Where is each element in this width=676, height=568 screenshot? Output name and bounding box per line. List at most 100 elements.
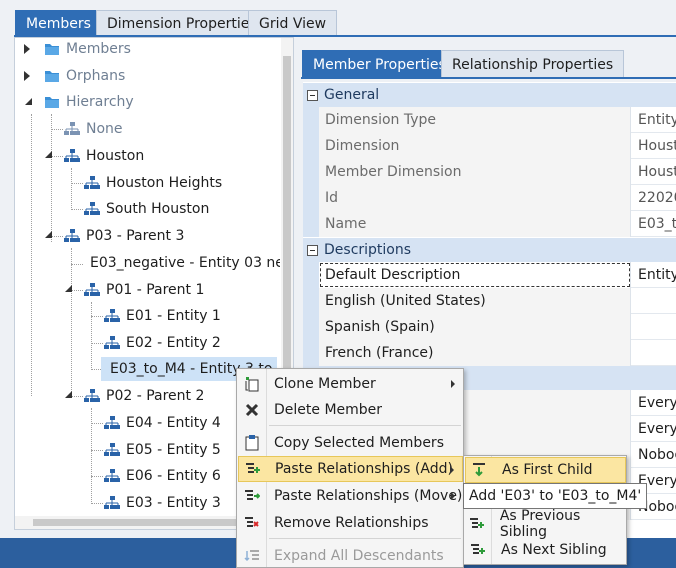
menu-item-delete-member[interactable]: Delete Member — [238, 397, 463, 423]
tree-node-e03-negative[interactable]: E03_negative - Entity 03 neg — [84, 251, 280, 275]
property-row[interactable]: French (France) — [303, 340, 676, 366]
property-value[interactable]: E03_to_M4 — [632, 211, 676, 237]
tree-node-e02[interactable]: E02 - Entity 2 — [104, 331, 221, 355]
entity-hierarchy-icon — [104, 443, 120, 456]
property-row[interactable]: Id2202019 — [303, 185, 676, 211]
entity-hierarchy-icon — [84, 176, 100, 189]
property-name: Default Description — [319, 262, 631, 288]
property-value[interactable] — [632, 288, 676, 314]
tree-line — [71, 183, 83, 184]
property-row[interactable]: English (United States) — [303, 288, 676, 314]
tree-node-e04[interactable]: E04 - Entity 4 — [104, 411, 221, 435]
tree-node-orphans[interactable]: Orphans — [44, 64, 125, 88]
property-value[interactable]: Nobody — [632, 442, 676, 468]
property-name: Dimension Type — [319, 107, 631, 133]
tree-node-houston-heights[interactable]: Houston Heights — [84, 171, 222, 195]
tab-member-properties[interactable]: Member Properties — [302, 50, 457, 78]
paste-add-submenu: As First Child As Previous Sibling As Ne… — [463, 455, 627, 565]
property-value[interactable] — [632, 314, 676, 340]
menu-item-paste-relationships-move[interactable]: Paste Relationships (Move) — [238, 483, 463, 509]
tab-grid-view[interactable]: Grid View — [248, 10, 338, 36]
tree-node-e01[interactable]: E01 - Entity 1 — [104, 304, 221, 328]
scrollbar-thumb[interactable] — [33, 519, 263, 526]
property-row[interactable]: DimensionHouston — [303, 133, 676, 159]
tree-line — [91, 423, 103, 424]
collapse-toggle[interactable] — [45, 151, 52, 158]
tab-members[interactable]: Members — [15, 10, 102, 36]
property-row[interactable]: Dimension Type Entity — [303, 107, 676, 133]
tree-node-hierarchy[interactable]: Hierarchy — [44, 90, 134, 114]
previous-sibling-icon — [470, 518, 485, 528]
tree-node-e03[interactable]: E03 - Entity 3 — [104, 491, 221, 515]
tree-node-p02[interactable]: P02 - Parent 2 — [84, 384, 204, 408]
property-value[interactable] — [632, 340, 676, 366]
category-label: Descriptions — [324, 242, 412, 258]
property-value[interactable]: Everyone — [632, 390, 676, 416]
submenu-item-label: As Previous Sibling — [499, 508, 581, 540]
collapse-icon[interactable] — [307, 244, 318, 256]
property-row[interactable]: NameE03_to_M4 — [303, 211, 676, 237]
tree-node-south-houston[interactable]: South Houston — [84, 197, 209, 221]
menu-item-clone-member[interactable]: Clone Member — [238, 371, 463, 397]
tree-node-e05[interactable]: E05 - Entity 5 — [104, 438, 221, 462]
folder-icon — [45, 71, 59, 82]
tree-node-label: None — [86, 121, 123, 137]
tree-node-label: P03 - Parent 3 — [86, 228, 185, 244]
menu-item-remove-relationships[interactable]: Remove Relationships — [238, 510, 463, 536]
tree-node-label: E03_negative - Entity 03 neg — [90, 255, 280, 271]
submenu-item-as-first-child[interactable]: As First Child — [465, 457, 626, 483]
entity-hierarchy-icon — [84, 202, 100, 215]
menu-item-expand-all-descendants[interactable]: Expand All Descendants — [238, 543, 463, 568]
entity-hierarchy-icon — [64, 122, 80, 135]
tree-node-label: E04 - Entity 4 — [126, 415, 221, 431]
menu-item-label: Paste Relationships (Add) — [275, 461, 453, 477]
tree-line — [51, 156, 63, 157]
entity-hierarchy-icon — [84, 389, 100, 402]
entity-hierarchy-icon — [104, 416, 120, 429]
expand-toggle[interactable] — [24, 71, 30, 81]
tree-line — [71, 290, 83, 291]
tree-node-p03[interactable]: P03 - Parent 3 — [64, 224, 184, 248]
tree-node-none[interactable]: None — [64, 117, 123, 141]
collapse-toggle[interactable] — [45, 231, 52, 238]
property-value[interactable]: Everyone — [632, 416, 676, 442]
property-row[interactable]: Spanish (Spain) — [303, 314, 676, 340]
tab-dimension-properties[interactable]: Dimension Properties — [96, 10, 268, 36]
tree-node-p01[interactable]: P01 - Parent 1 — [84, 278, 204, 302]
collapse-toggle[interactable] — [65, 285, 72, 292]
property-name: French (France) — [319, 340, 631, 366]
submenu-item-as-next-sibling[interactable]: As Next Sibling — [465, 537, 626, 563]
property-value[interactable]: Entity 3 to M4 — [632, 262, 676, 288]
tree-line — [91, 476, 103, 477]
menu-item-copy-selected-members[interactable]: Copy Selected Members — [238, 430, 463, 456]
tree-node-houston[interactable]: Houston — [64, 144, 144, 168]
property-value[interactable]: Houston — [632, 133, 676, 159]
property-value[interactable]: Houston — [632, 159, 676, 185]
property-value[interactable]: Entity — [632, 107, 676, 133]
property-row[interactable]: Member DimensionHouston — [303, 159, 676, 185]
property-name: Spanish (Spain) — [319, 314, 631, 340]
tree-node-label: E03 - Entity 3 — [126, 495, 221, 511]
property-value[interactable]: 2202019 — [632, 185, 676, 211]
collapse-toggle[interactable] — [65, 391, 72, 398]
category-descriptions[interactable]: Descriptions — [303, 238, 676, 262]
menu-item-label: Remove Relationships — [274, 515, 429, 531]
category-label: General — [324, 87, 380, 103]
submenu-arrow-icon — [451, 492, 455, 500]
expand-toggle[interactable] — [24, 44, 30, 54]
category-general[interactable]: General — [303, 83, 676, 107]
paste-add-icon — [246, 463, 260, 473]
submenu-arrow-icon — [450, 466, 454, 474]
property-row[interactable]: Default DescriptionEntity 3 to M4 — [303, 262, 676, 288]
tab-relationship-properties[interactable]: Relationship Properties — [441, 50, 625, 78]
tree-node-e06[interactable]: E06 - Entity 6 — [104, 464, 221, 488]
entity-hierarchy-icon — [104, 469, 120, 482]
clipboard-icon — [245, 435, 259, 451]
tree-node-label: Houston Heights — [106, 175, 223, 191]
submenu-item-as-previous-sibling[interactable]: As Previous Sibling — [465, 508, 626, 540]
tree-node-members[interactable]: Members — [44, 37, 131, 61]
collapse-icon[interactable] — [307, 89, 318, 101]
menu-item-paste-relationships-add[interactable]: Paste Relationships (Add) — [238, 456, 463, 482]
collapse-toggle[interactable] — [25, 98, 32, 105]
entity-hierarchy-icon — [64, 149, 80, 162]
